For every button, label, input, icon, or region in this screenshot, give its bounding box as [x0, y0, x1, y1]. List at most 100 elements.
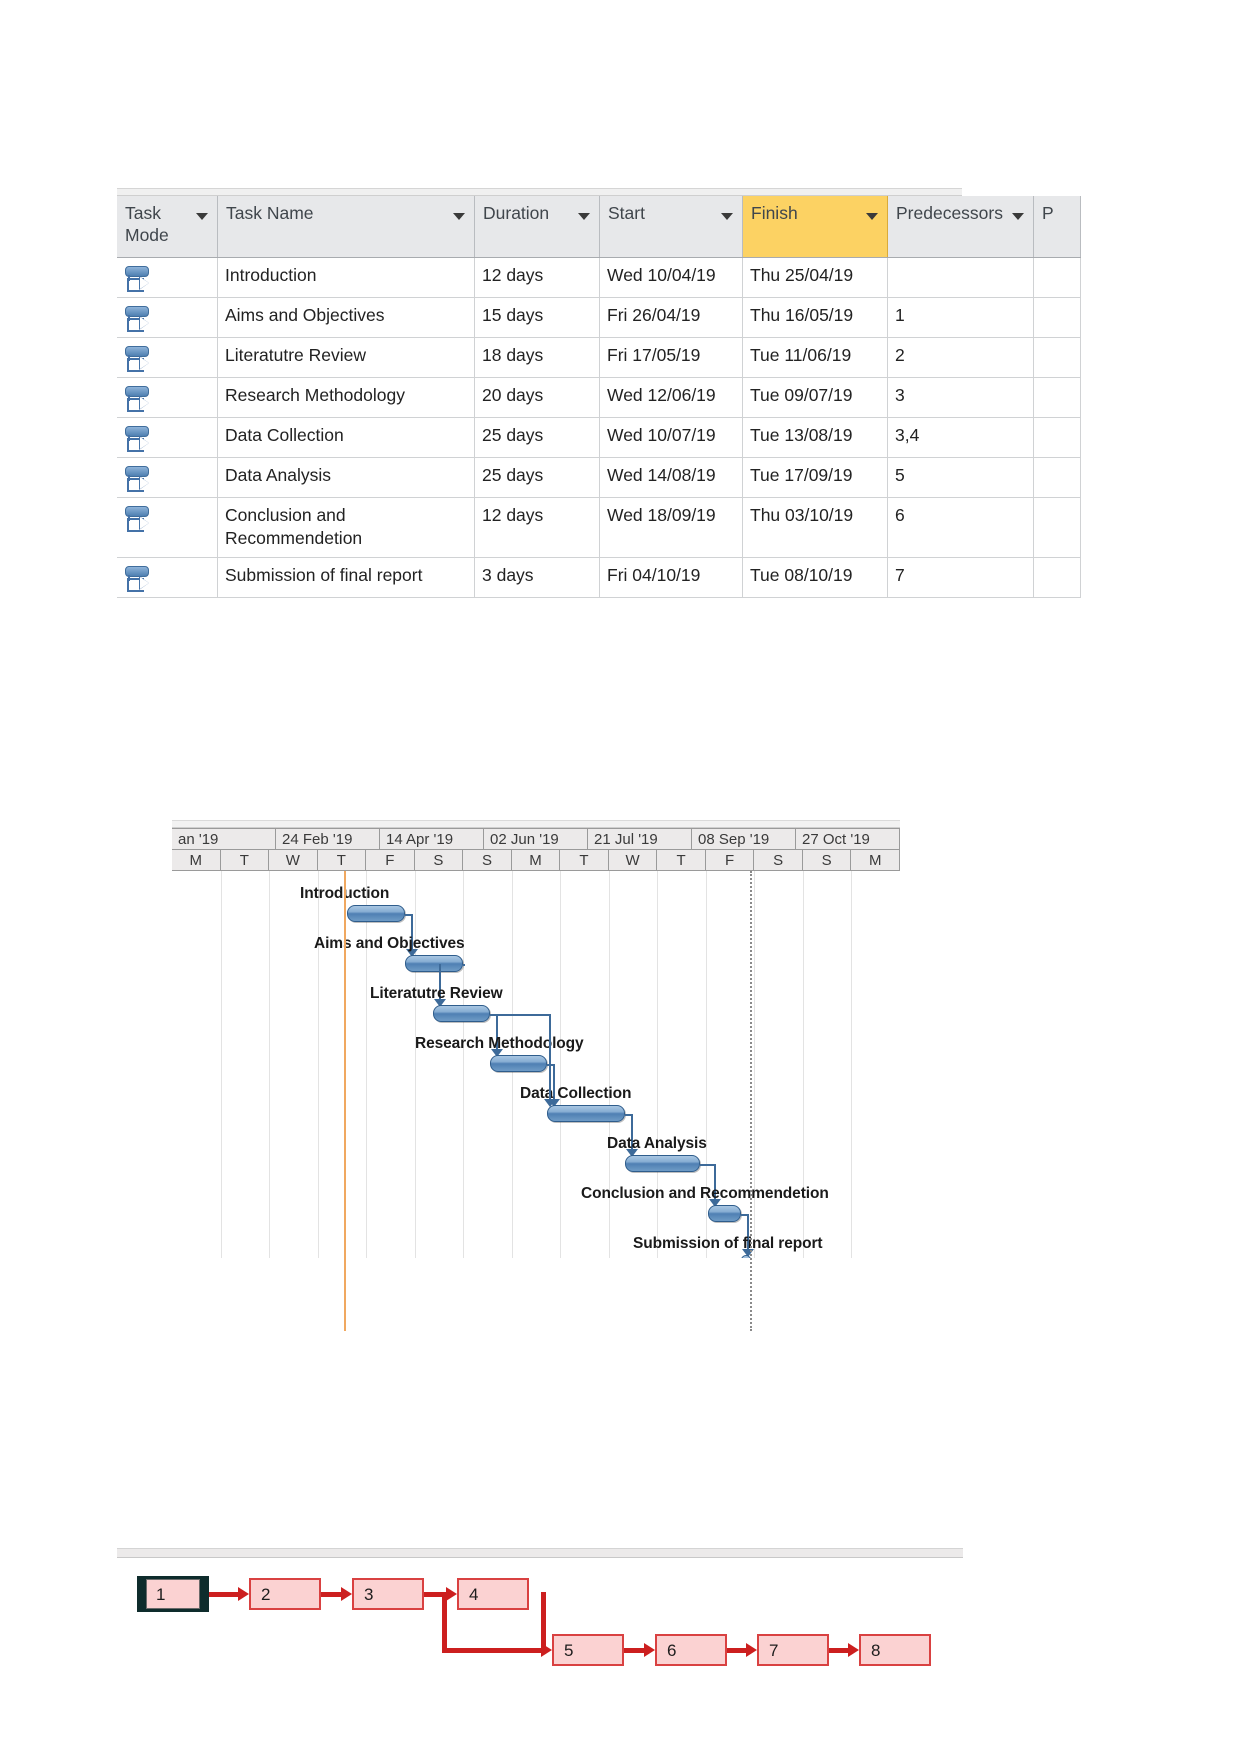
cell-finish[interactable]: Thu 03/10/19: [742, 497, 888, 558]
network-canvas[interactable]: 1 2 3 4 5 6 7 8: [117, 1548, 963, 1708]
cell-start[interactable]: Fri 04/10/19: [599, 557, 743, 598]
table-row[interactable]: Introduction 12 days Wed 10/04/19 Thu 25/04…: [117, 257, 1081, 298]
column-header-start[interactable]: Start: [599, 196, 743, 258]
network-node-label: 4: [469, 1584, 479, 1604]
chevron-down-icon[interactable]: [453, 213, 465, 220]
network-node[interactable]: 2: [249, 1578, 321, 1610]
gantt-plot-area[interactable]: IntroductionAims and ObjectivesLiteratut…: [172, 871, 900, 1258]
cell-predecessors[interactable]: 3: [887, 377, 1034, 418]
gantt-bar[interactable]: [547, 1105, 625, 1122]
gantt-bar[interactable]: [625, 1155, 700, 1172]
chevron-down-icon[interactable]: [721, 213, 733, 220]
cell-finish[interactable]: Thu 16/05/19: [742, 297, 888, 338]
cell-finish[interactable]: Tue 09/07/19: [742, 377, 888, 418]
cell-duration[interactable]: 25 days: [474, 457, 600, 498]
network-node[interactable]: 4: [457, 1578, 529, 1610]
cell-partial[interactable]: [1033, 257, 1081, 298]
table-row[interactable]: Aims and Objectives 15 days Fri 26/04/19 Th…: [117, 297, 1081, 338]
cell-predecessors[interactable]: 7: [887, 557, 1034, 598]
column-header-finish[interactable]: Finish: [742, 196, 888, 258]
cell-duration[interactable]: 12 days: [474, 257, 600, 298]
cell-duration[interactable]: 25 days: [474, 417, 600, 458]
chevron-down-icon[interactable]: [578, 213, 590, 220]
table-row[interactable]: Submission of final report 3 days Fri 04/1…: [117, 557, 1081, 598]
cell-partial[interactable]: [1033, 457, 1081, 498]
gantt-bar[interactable]: [708, 1205, 741, 1222]
cell-task-mode[interactable]: [117, 257, 218, 298]
cell-start[interactable]: Wed 10/04/19: [599, 257, 743, 298]
cell-duration[interactable]: 3 days: [474, 557, 600, 598]
cell-predecessors[interactable]: 1: [887, 297, 1034, 338]
cell-partial[interactable]: [1033, 557, 1081, 598]
cell-partial[interactable]: [1033, 337, 1081, 378]
cell-task-mode[interactable]: [117, 457, 218, 498]
cell-task-name[interactable]: Submission of final report: [217, 557, 475, 598]
cell-start[interactable]: Wed 18/09/19: [599, 497, 743, 558]
chevron-down-icon[interactable]: [1012, 213, 1024, 220]
cell-finish[interactable]: Tue 13/08/19: [742, 417, 888, 458]
cell-partial[interactable]: [1033, 497, 1081, 558]
cell-task-mode[interactable]: [117, 557, 218, 598]
cell-start[interactable]: Fri 17/05/19: [599, 337, 743, 378]
gantt-bar[interactable]: [433, 1005, 490, 1022]
cell-task-mode[interactable]: [117, 297, 218, 338]
cell-predecessors[interactable]: [887, 257, 1034, 298]
chevron-down-icon[interactable]: [196, 213, 208, 220]
cell-start[interactable]: Wed 14/08/19: [599, 457, 743, 498]
cell-task-name[interactable]: Conclusion and Recommendetion: [217, 497, 475, 558]
cell-partial[interactable]: [1033, 377, 1081, 418]
column-header-duration[interactable]: Duration: [474, 196, 600, 258]
cell-start[interactable]: Wed 12/06/19: [599, 377, 743, 418]
cell-predecessors[interactable]: 3,4: [887, 417, 1034, 458]
cell-duration[interactable]: 15 days: [474, 297, 600, 338]
cell-task-mode[interactable]: [117, 377, 218, 418]
cell-task-name[interactable]: Data Analysis: [217, 457, 475, 498]
cell-partial[interactable]: [1033, 297, 1081, 338]
chevron-down-icon[interactable]: [866, 213, 878, 220]
column-header-predecessors[interactable]: Predecessors: [887, 196, 1034, 258]
column-header-task-name[interactable]: Task Name: [217, 196, 475, 258]
cell-start[interactable]: Fri 26/04/19: [599, 297, 743, 338]
cell-finish[interactable]: Tue 11/06/19: [742, 337, 888, 378]
gantt-chart[interactable]: an '19 24 Feb '19 14 Apr '19 02 Jun '19 21 J…: [172, 820, 900, 1331]
cell-task-name[interactable]: Aims and Objectives: [217, 297, 475, 338]
column-header-partial[interactable]: P: [1033, 196, 1081, 258]
network-node[interactable]: 8: [859, 1634, 931, 1666]
cell-finish[interactable]: Tue 08/10/19: [742, 557, 888, 598]
cell-start[interactable]: Wed 10/07/19: [599, 417, 743, 458]
table-row[interactable]: Literatutre Review 18 days Fri 17/05/19 Tue…: [117, 337, 1081, 378]
cell-duration[interactable]: 12 days: [474, 497, 600, 558]
cell-task-name[interactable]: Introduction: [217, 257, 475, 298]
network-node[interactable]: 3: [352, 1578, 424, 1610]
cell-duration[interactable]: 18 days: [474, 337, 600, 378]
cell-finish[interactable]: Tue 17/09/19: [742, 457, 888, 498]
column-header-task-mode[interactable]: Task Mode: [117, 196, 218, 258]
table-row[interactable]: Data Collection 25 days Wed 10/07/19 Tue 13…: [117, 417, 1081, 458]
cell-predecessors[interactable]: 2: [887, 337, 1034, 378]
cell-task-mode[interactable]: [117, 417, 218, 458]
network-node[interactable]: 6: [655, 1634, 727, 1666]
network-node[interactable]: 5: [552, 1634, 624, 1666]
cell-duration[interactable]: 20 days: [474, 377, 600, 418]
cell-task-mode[interactable]: [117, 497, 218, 558]
cell-partial[interactable]: [1033, 417, 1081, 458]
cell-finish[interactable]: Thu 25/04/19: [742, 257, 888, 298]
task-table[interactable]: Task Mode Task Name Duration Start Finis…: [117, 188, 1081, 598]
gantt-gridline: [318, 871, 319, 1258]
gantt-bar[interactable]: [405, 955, 463, 972]
cell-task-name[interactable]: Data Collection: [217, 417, 475, 458]
table-row[interactable]: Conclusion and Recommendetion 12 days Wed …: [117, 497, 1081, 558]
gantt-bar[interactable]: [347, 905, 405, 922]
table-row[interactable]: Data Analysis 25 days Wed 14/08/19 Tue 17/0…: [117, 457, 1081, 498]
network-node[interactable]: 7: [757, 1634, 829, 1666]
cell-predecessors[interactable]: 5: [887, 457, 1034, 498]
network-diagram[interactable]: 1 2 3 4 5 6 7 8: [117, 1548, 963, 1708]
network-node[interactable]: 1: [137, 1576, 209, 1612]
table-row[interactable]: Research Methodology 20 days Wed 12/06/19 T…: [117, 377, 1081, 418]
cell-task-mode[interactable]: [117, 337, 218, 378]
cell-predecessors[interactable]: 6: [887, 497, 1034, 558]
cell-task-name[interactable]: Research Methodology: [217, 377, 475, 418]
task-grid[interactable]: Task Mode Task Name Duration Start Finis…: [117, 196, 1081, 598]
gantt-bar[interactable]: [490, 1055, 547, 1072]
cell-task-name[interactable]: Literatutre Review: [217, 337, 475, 378]
